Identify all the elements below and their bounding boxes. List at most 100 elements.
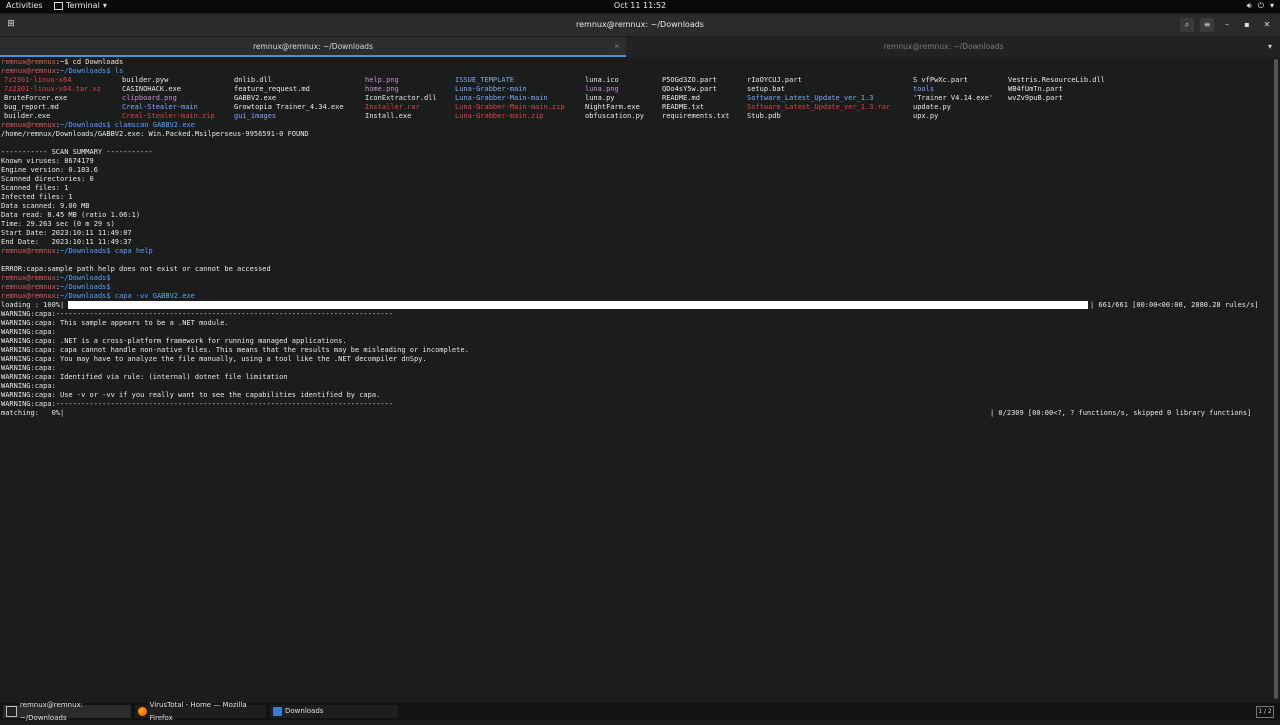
volume-icon: 🔊︎ [1246,1,1252,10]
scrollbar-thumb[interactable] [1274,59,1278,699]
ls-entry: luna.png [585,85,619,93]
window-controls: ⌕ ≡ – ▪ ✕ [1180,18,1274,32]
ls-entry: Installer.rar [365,103,420,111]
ls-entry: obfuscation.py [585,112,645,120]
ls-entry: requirements.txt [662,112,730,120]
ls-entry: rIoOYCUJ.part [747,76,802,84]
taskbar-item-downloads[interactable]: Downloads [270,705,398,718]
ls-entry: WB4fUmTn.part [1008,85,1063,93]
ls-entry: P5OGd3ZO.part [662,76,717,84]
search-icon[interactable]: ⌕ [1180,18,1194,32]
ls-entry: bug_report.md [4,103,59,111]
loading-label: loading : 100%| [1,301,65,309]
tab-label: remnux@remnux: ~/Downloads [883,42,1004,51]
ls-entry: Luna-Grabber-main [455,85,527,93]
ls-entry: clipboard.png [122,94,177,102]
summary-line: Scanned directories: 0 [1,175,94,183]
ls-entry: Software_Latest_Update_ver_1.3 [747,94,874,102]
ls-entry: setup.bat [747,85,785,93]
ls-entry: gui_images [234,112,277,120]
maximize-button[interactable]: ▪ [1240,18,1254,32]
warning-line: WARNING:capa: Identified via rule: (inte… [1,373,288,381]
clock[interactable]: Oct 11 11:52 [0,1,1280,10]
ls-entry: luna.py [585,94,615,102]
ls-entry: wvZv9puB.part [1008,94,1063,102]
ls-entry: builder.exe [4,112,51,120]
ls-entry: Luna-Grabber-main.zip [455,112,544,120]
ls-entry: tools [913,85,935,93]
ls-entry: NightFarm.exe [585,103,640,111]
tab-terminal-1[interactable]: remnux@remnux: ~/Downloads ✕ [0,37,626,57]
ls-entry: 7z2301-linux-x64 [4,76,72,84]
ls-entry: Creal-Stealer-main.zip [122,112,215,120]
ls-entry: upx.py [913,112,939,120]
ls-entry: feature_request.md [234,85,310,93]
warning-line: WARNING:capa: This sample appears to be … [1,319,229,327]
summary-line: ----------- SCAN SUMMARY ----------- [1,148,153,156]
ls-entry: QDo4sY5w.part [662,85,717,93]
ls-entry: Software_Latest_Update_ver_1.3.rar [747,103,891,111]
ls-entry: Luna-Grabber-Main-main [455,94,548,102]
ls-entry: S vfPwXc.part [913,76,968,84]
ls-entry: update.py [913,103,951,111]
command-line: remnux@remnux:~/Downloads$ [1,274,111,282]
workspace-pager[interactable]: 1 / 2 [1256,706,1274,718]
ls-entry: dnlib.dll [234,76,272,84]
ls-entry: BruteForcer.exe [4,94,68,102]
summary-line: Scanned files: 1 [1,184,69,192]
ls-entry: CASINOHACK.exe [122,85,182,93]
warning-line: WARNING:capa: capa cannot handle non-nat… [1,346,469,354]
summary-line: Data scanned: 9.00 MB [1,202,90,210]
warning-line: WARNING:capa: You may have to analyze th… [1,355,427,363]
firefox-icon [138,707,147,716]
summary-line: Known viruses: 8674179 [1,157,94,165]
taskbar-item-label: remnux@remnux: ~/Downloads [19,700,84,722]
warning-line: WARNING:capa:---------------------------… [1,310,393,318]
tab-label: remnux@remnux: ~/Downloads [253,42,373,51]
ls-entry: Luna-Grabber-Main-main.zip [455,103,565,111]
taskbar-item-firefox[interactable]: VirusTotal - Home — Mozilla Firefox [135,701,266,722]
ls-entry: Install.exe [365,112,412,120]
warning-line: WARNING:capa:---------------------------… [1,400,393,408]
summary-line: Engine version: 0.103.6 [1,166,98,174]
ls-entry: home.png [365,85,399,93]
warning-line: WARNING:capa: .NET is a cross-platform f… [1,337,347,345]
tabs-menu-icon[interactable]: ▾ [1268,37,1272,57]
tab-terminal-2[interactable]: remnux@remnux: ~/Downloads [627,37,1260,57]
error-line: ERROR:capa:sample path help does not exi… [1,265,271,273]
hamburger-menu-icon[interactable]: ≡ [1200,18,1214,32]
ls-entry: 'Trainer V4.14.exe' [913,94,994,102]
taskbar-item-label: VirusTotal - Home — Mozilla Firefox [149,700,247,722]
loading-progress-bar [68,301,1088,309]
matching-label: matching: 0%| [1,409,65,417]
tab-bar: remnux@remnux: ~/Downloads ✕ remnux@remn… [0,37,1280,57]
taskbar-item-label: Downloads [285,707,324,715]
summary-line: Infected files: 1 [1,193,73,201]
ls-entry: help.png [365,76,399,84]
summary-line: End Date: 2023:10:11 11:49:37 [1,238,132,246]
taskbar-item-terminal[interactable]: remnux@remnux: ~/Downloads [3,701,131,722]
warning-line: WARNING:capa: Use -v or -vv if you reall… [1,391,381,399]
command-line: remnux@remnux:~/Downloads$ clamscan GABB… [1,121,195,129]
minimize-button[interactable]: – [1220,18,1234,32]
ls-entry: luna.ico [585,76,619,84]
ls-entry: Creal-Stealer-main [122,103,198,111]
ls-entry: README.md [662,94,700,102]
close-button[interactable]: ✕ [1260,18,1274,32]
window-title: remnux@remnux: ~/Downloads [576,20,704,29]
terminal-output[interactable]: remnux@remnux:~$ cd Downloads remnux@rem… [0,57,1272,703]
ls-entry: GABBV2.exe [234,94,277,102]
terminal-scrollbar[interactable] [1272,57,1280,703]
taskbar: remnux@remnux: ~/Downloads VirusTotal - … [0,701,1280,722]
clamscan-result: /home/remnux/Downloads/GABBV2.exe: Win.P… [1,130,309,138]
folder-icon [273,707,282,716]
system-tray[interactable]: 🔊︎ ⏻ ▾ [1247,1,1274,11]
warning-line: WARNING:capa: [1,328,56,336]
ls-entry: Stub.pdb [747,112,781,120]
terminal-icon [6,706,17,717]
command-line: remnux@remnux:~/Downloads$ ls [1,67,124,75]
close-icon[interactable]: ✕ [614,37,620,57]
top-bar: Activities Terminal ▾ Oct 11 11:52 🔊︎ ⏻ … [0,0,1280,13]
matching-stats: | 0/2309 [00:00<?, ? functions/s, skippe… [990,409,1252,417]
command-line: remnux@remnux:~/Downloads$ capa help [1,247,153,255]
